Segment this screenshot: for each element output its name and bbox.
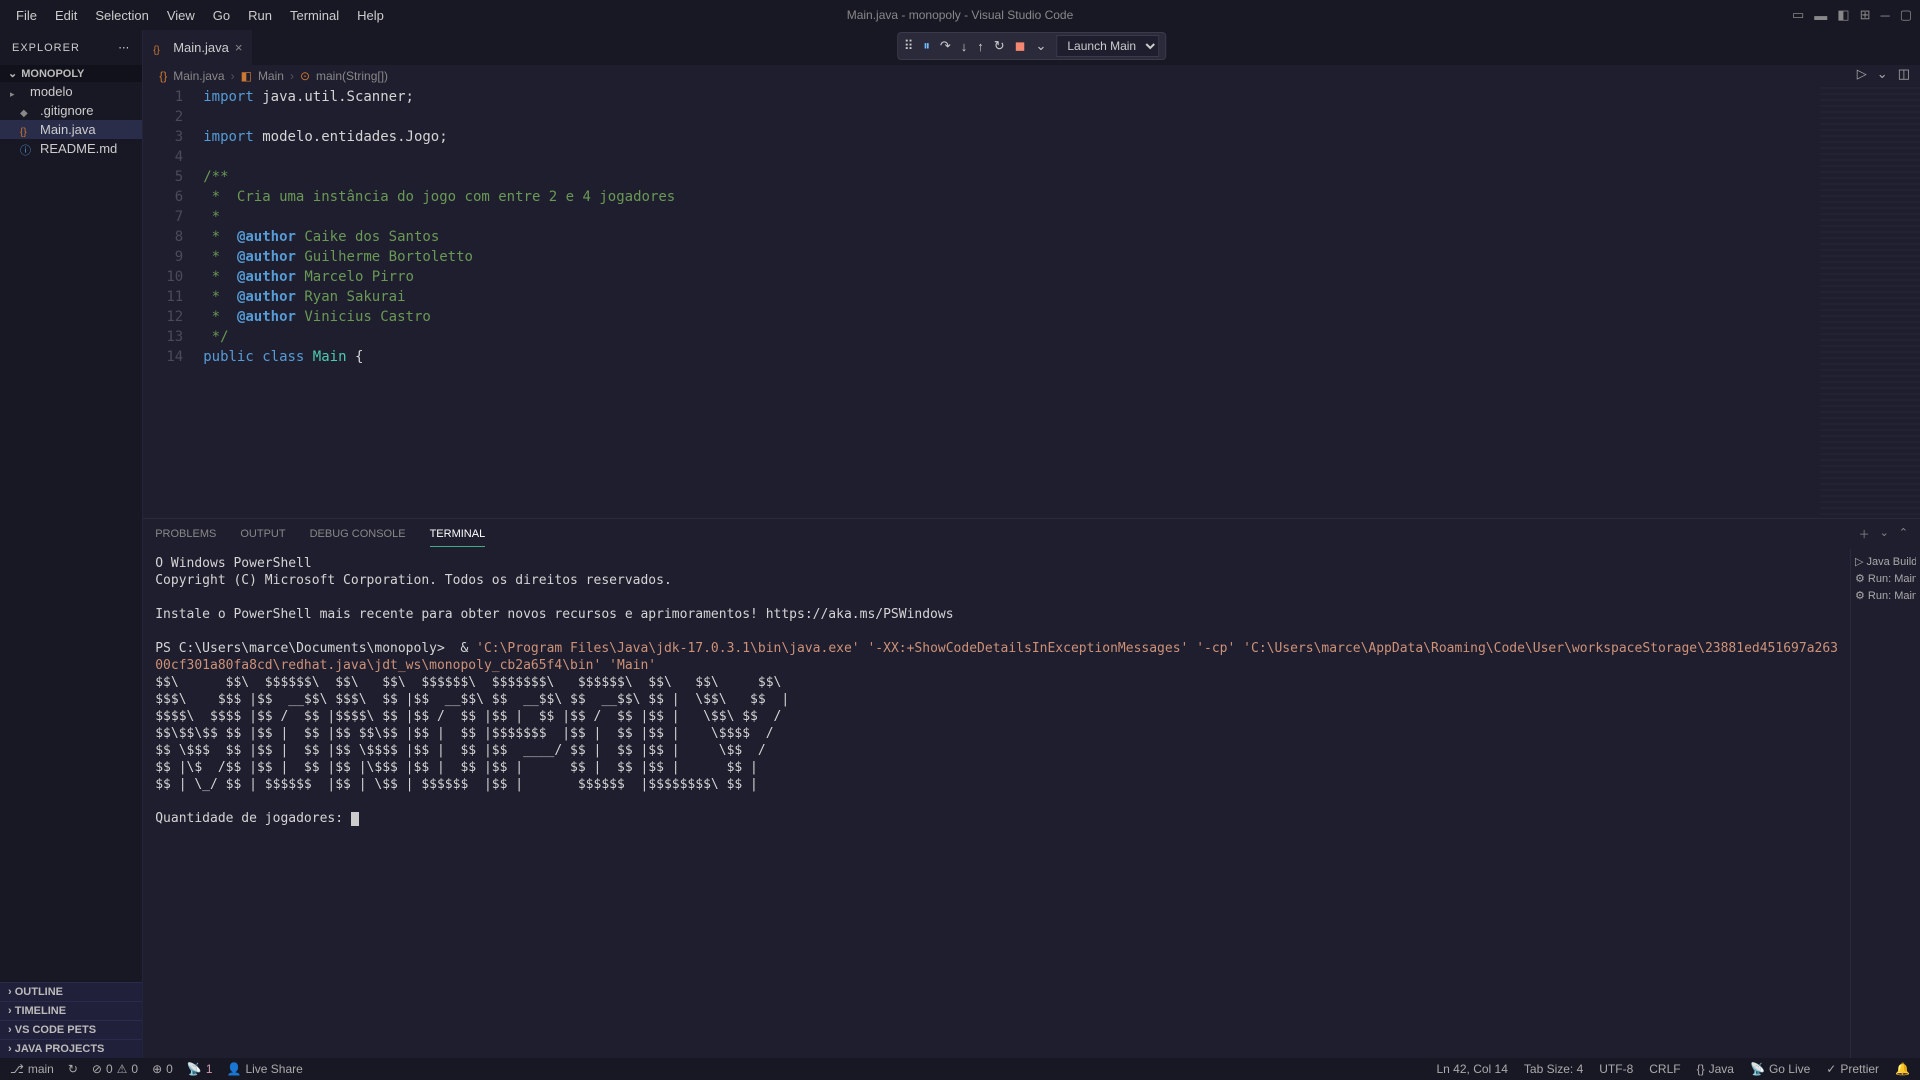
terminal-dropdown-icon[interactable]: ⌄ — [1880, 526, 1889, 542]
explorer-sidebar: EXPLORER ⋯ ⌄ MONOPOLY modelo .gitignore Ma… — [0, 30, 143, 1058]
stop-icon[interactable]: ◼ — [1015, 38, 1026, 54]
encoding[interactable]: UTF-8 — [1599, 1062, 1633, 1076]
terminal-instance[interactable]: ▷ Java Build — [1855, 553, 1916, 570]
split-icon[interactable]: ◫ — [1898, 66, 1910, 82]
layout-icon[interactable]: ▭ — [1792, 7, 1804, 23]
section-outline[interactable]: OUTLINE — [0, 982, 142, 1001]
sync-icon[interactable]: ↻ — [68, 1062, 78, 1076]
ports-indicator[interactable]: ⊕ 0 — [152, 1062, 173, 1076]
radio-indicator[interactable]: 📡 1 — [187, 1062, 213, 1076]
drag-icon[interactable]: ⠿ — [904, 38, 914, 54]
stop-dropdown-icon[interactable]: ⌄ — [1035, 38, 1046, 54]
menu-run[interactable]: Run — [240, 4, 280, 27]
root-label: MONOPOLY — [21, 68, 84, 80]
maximize-panel-icon[interactable]: ⌃ — [1899, 526, 1908, 542]
bottom-panel: PROBLEMSOUTPUTDEBUG CONSOLETERMINAL ＋ ⌄ … — [143, 518, 1920, 1058]
section-timeline[interactable]: TIMELINE — [0, 1001, 142, 1020]
debug-toolbar: ⠿ ⏸ ↷ ↓ ↑ ↻ ◼ ⌄ Launch Main — [897, 32, 1167, 60]
panel-tabs: PROBLEMSOUTPUTDEBUG CONSOLETERMINAL ＋ ⌄ … — [143, 519, 1920, 549]
file-modelo[interactable]: modelo — [0, 82, 142, 101]
panel-tab-output[interactable]: OUTPUT — [240, 522, 285, 546]
errors-indicator[interactable]: ⊘ 0 ⚠ 0 — [92, 1062, 138, 1076]
liveshare-button[interactable]: 👤 Live Share — [227, 1062, 303, 1076]
java-icon — [20, 123, 34, 137]
editor-group: ▷ ⌄ ◫ Main.java × ⠿ ⏸ ↷ ↓ ↑ ↻ ◼ ⌄ Launch … — [143, 30, 1920, 1058]
terminal-instance[interactable]: ⚙ Run: Main — [1855, 587, 1916, 604]
run-dropdown-icon[interactable]: ⌄ — [1877, 66, 1888, 82]
project-root[interactable]: ⌄ MONOPOLY — [0, 65, 142, 82]
title-controls: ▭ ▬ ◧ ⊞ ─ ▢ — [1792, 7, 1912, 23]
terminal[interactable]: O Windows PowerShell Copyright (C) Micro… — [143, 549, 1850, 1058]
tab-size[interactable]: Tab Size: 4 — [1524, 1062, 1583, 1076]
new-terminal-icon[interactable]: ＋ — [1859, 526, 1870, 542]
file-label: modelo — [30, 84, 73, 99]
breadcrumb-item[interactable]: Main — [258, 69, 284, 83]
breadcrumb[interactable]: {}Main.java›◧Main›⊙main(String[]) — [143, 65, 1920, 87]
customize-icon[interactable]: ⊞ — [1860, 7, 1871, 23]
prettier-button[interactable]: ✓ Prettier — [1826, 1062, 1879, 1076]
restart-icon[interactable]: ↻ — [994, 38, 1005, 54]
menu-selection[interactable]: Selection — [87, 4, 156, 27]
code-editor[interactable]: 1234567891011121314 import java.util.Sca… — [143, 87, 1920, 518]
menu-help[interactable]: Help — [349, 4, 392, 27]
file-label: README.md — [40, 141, 117, 156]
java-icon — [153, 41, 167, 55]
terminal-list: ▷ Java Build⚙ Run: Main⚙ Run: Main — [1850, 549, 1920, 1058]
eol[interactable]: CRLF — [1649, 1062, 1680, 1076]
pause-icon[interactable]: ⏸ — [923, 38, 930, 54]
explorer-more-icon[interactable]: ⋯ — [118, 41, 130, 54]
window-title: Main.java - monopoly - Visual Studio Cod… — [847, 8, 1074, 22]
menu-view[interactable]: View — [159, 4, 203, 27]
close-icon[interactable]: × — [235, 40, 243, 55]
file--gitignore[interactable]: .gitignore — [0, 101, 142, 120]
step-out-icon[interactable]: ↑ — [977, 39, 984, 54]
status-bar: ⎇ main ↻ ⊘ 0 ⚠ 0 ⊕ 0 📡 1 👤 Live Share Ln… — [0, 1058, 1920, 1080]
debug-config-select[interactable]: Launch Main — [1056, 35, 1159, 57]
maximize-icon[interactable]: ▢ — [1900, 7, 1912, 23]
menu-edit[interactable]: Edit — [47, 4, 85, 27]
step-into-icon[interactable]: ↓ — [961, 39, 968, 54]
file-README-md[interactable]: README.md — [0, 139, 142, 158]
panel-tab-debug-console[interactable]: DEBUG CONSOLE — [310, 522, 406, 546]
branch-indicator[interactable]: ⎇ main — [10, 1062, 54, 1076]
chevron-down-icon: ⌄ — [8, 67, 17, 80]
explorer-header: EXPLORER ⋯ — [0, 30, 142, 65]
menu-file[interactable]: File — [8, 4, 45, 27]
title-bar: FileEditSelectionViewGoRunTerminalHelp M… — [0, 0, 1920, 30]
explorer-title: EXPLORER — [12, 42, 80, 54]
go-live-button[interactable]: 📡 Go Live — [1750, 1062, 1810, 1076]
menu-bar: FileEditSelectionViewGoRunTerminalHelp — [8, 4, 392, 27]
file-tree: modelo .gitignore Main.java README.md — [0, 82, 142, 982]
panel-tab-problems[interactable]: PROBLEMS — [155, 522, 216, 546]
minimap[interactable] — [1820, 87, 1920, 518]
cursor-position[interactable]: Ln 42, Col 14 — [1437, 1062, 1508, 1076]
terminal-instance[interactable]: ⚙ Run: Main — [1855, 570, 1916, 587]
md-icon — [20, 142, 34, 156]
tab-label: Main.java — [173, 40, 229, 55]
run-icon[interactable]: ▷ — [1857, 66, 1867, 82]
folder-icon — [10, 85, 24, 99]
breadcrumb-item[interactable]: main(String[]) — [316, 69, 388, 83]
menu-terminal[interactable]: Terminal — [282, 4, 347, 27]
step-over-icon[interactable]: ↷ — [940, 38, 951, 54]
section-vs-code-pets[interactable]: VS CODE PETS — [0, 1020, 142, 1039]
panel-tab-terminal[interactable]: TERMINAL — [430, 522, 486, 547]
language-mode[interactable]: {} Java — [1697, 1062, 1734, 1076]
file-label: .gitignore — [40, 103, 93, 118]
file-Main-java[interactable]: Main.java — [0, 120, 142, 139]
breadcrumb-item[interactable]: Main.java — [173, 69, 224, 83]
file-label: Main.java — [40, 122, 96, 137]
menu-go[interactable]: Go — [205, 4, 238, 27]
section-java-projects[interactable]: JAVA PROJECTS — [0, 1039, 142, 1058]
git-icon — [20, 104, 34, 118]
sidebar-icon[interactable]: ◧ — [1837, 7, 1849, 23]
panel-icon[interactable]: ▬ — [1814, 8, 1827, 23]
tab-Main.java[interactable]: Main.java × — [143, 30, 253, 65]
notifications-icon[interactable]: 🔔 — [1895, 1062, 1910, 1076]
minimize-icon[interactable]: ─ — [1880, 8, 1889, 23]
